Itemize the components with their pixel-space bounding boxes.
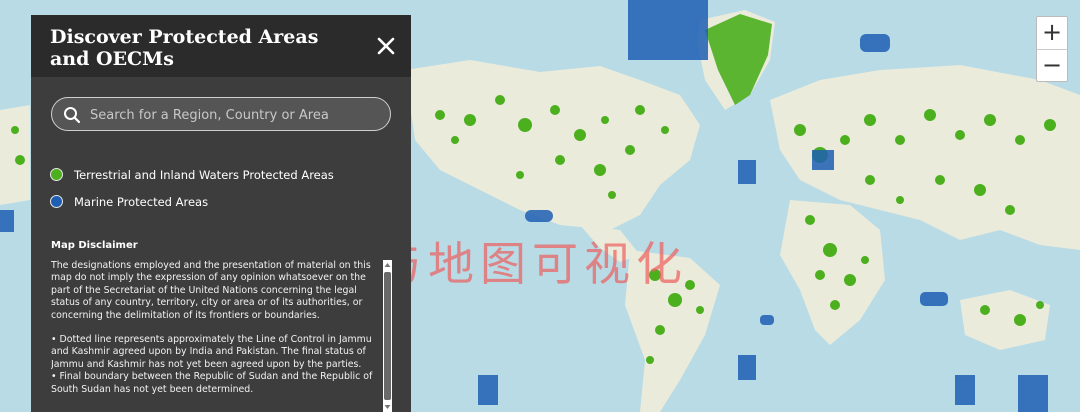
disclaimer-bullet: • Final boundary between the Republic of… (51, 371, 373, 395)
search-input[interactable] (88, 103, 382, 127)
zoom-in-button[interactable]: + (1037, 17, 1067, 50)
protected-areas-panel: Discover Protected Areas and OECMs Terre… (31, 15, 411, 412)
search-icon (64, 107, 81, 124)
marine-legend-swatch (50, 195, 63, 208)
close-icon (377, 37, 395, 55)
scroll-thumb[interactable] (384, 272, 391, 400)
disclaimer-scrollbar[interactable] (383, 260, 392, 412)
legend-label: Marine Protected Areas (74, 195, 209, 209)
disclaimer-intro: The designations employed and the presen… (51, 260, 371, 321)
panel-header: Discover Protected Areas and OECMs (31, 15, 411, 77)
terrestrial-legend-swatch (50, 168, 63, 181)
zoom-control: + − (1036, 16, 1068, 82)
disclaimer-title: Map Disclaimer (51, 240, 138, 251)
zoom-out-button[interactable]: − (1037, 50, 1067, 82)
west-edge-landmass (0, 105, 30, 205)
disclaimer-text: The designations employed and the presen… (51, 260, 379, 412)
search-box[interactable] (51, 97, 391, 131)
close-button[interactable] (375, 35, 397, 57)
scroll-down-icon[interactable] (383, 402, 392, 412)
scroll-up-icon[interactable] (383, 260, 392, 270)
disclaimer-bullet: • Dotted line represents approximately t… (51, 334, 372, 370)
legend-label: Terrestrial and Inland Waters Protected … (74, 168, 334, 182)
panel-title: Discover Protected Areas and OECMs (50, 26, 319, 70)
